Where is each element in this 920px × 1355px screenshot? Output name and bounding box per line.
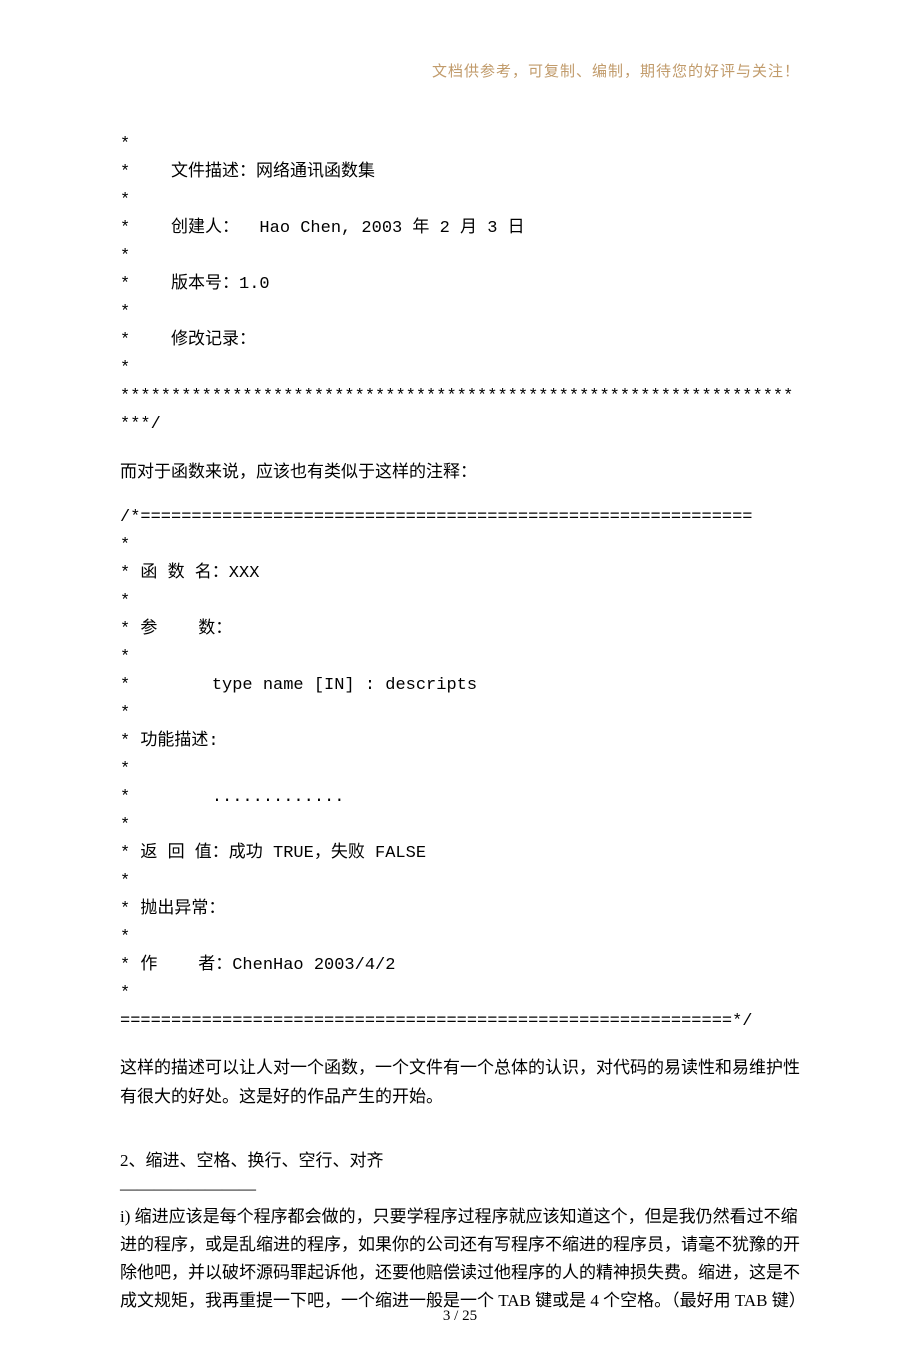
func-header-line: * 作 者：ChenHao 2003/4/2 bbox=[120, 952, 800, 980]
section2-title: 2、缩进、空格、换行、空行、对齐 bbox=[120, 1147, 800, 1175]
func-header-line: * bbox=[120, 588, 800, 616]
func-header-line: * 参 数： bbox=[120, 616, 800, 644]
file-header-line: * bbox=[120, 299, 800, 327]
func-header-line: * bbox=[120, 532, 800, 560]
func-header-line: * bbox=[120, 700, 800, 728]
file-header-line: * 创建人： Hao Chen, 2003 年 2 月 3 日 bbox=[120, 215, 800, 243]
func-header-line: * 抛出异常： bbox=[120, 896, 800, 924]
page-number: 3 / 25 bbox=[0, 1308, 920, 1325]
func-header-line: * 返 回 值：成功 TRUE，失败 FALSE bbox=[120, 840, 800, 868]
func-header-line: * bbox=[120, 756, 800, 784]
section2-divider: ———————— bbox=[120, 1175, 800, 1203]
func-intro-text: 而对于函数来说，应该也有类似于这样的注释： bbox=[120, 458, 800, 486]
page-container: 文档供参考，可复制、编制，期待您的好评与关注！ * * 文件描述：网络通讯函数集… bbox=[0, 0, 920, 1355]
header-note: 文档供参考，可复制、编制，期待您的好评与关注！ bbox=[120, 60, 800, 81]
file-header-line: * 文件描述：网络通讯函数集 bbox=[120, 159, 800, 187]
func-header-line: * bbox=[120, 868, 800, 896]
file-header-line: * bbox=[120, 131, 800, 159]
file-header-line: ****************************************… bbox=[120, 383, 800, 439]
file-header-line: * 版本号：1.0 bbox=[120, 271, 800, 299]
file-header-line: * bbox=[120, 243, 800, 271]
func-header-line: * bbox=[120, 980, 800, 1008]
func-header-line: * ............. bbox=[120, 784, 800, 812]
func-header-line: * 功能描述: bbox=[120, 728, 800, 756]
func-header-line: * bbox=[120, 644, 800, 672]
func-header-line: ========================================… bbox=[120, 1008, 800, 1036]
file-header-line: * 修改记录： bbox=[120, 327, 800, 355]
file-header-line: * bbox=[120, 187, 800, 215]
file-header-line: * bbox=[120, 355, 800, 383]
func-header-line: /*======================================… bbox=[120, 504, 800, 532]
func-header-line: * type name [IN] : descripts bbox=[120, 672, 800, 700]
func-header-line: * 函 数 名：XXX bbox=[120, 560, 800, 588]
func-header-line: * bbox=[120, 812, 800, 840]
func-header-line: * bbox=[120, 924, 800, 952]
content-body: * * 文件描述：网络通讯函数集 * * 创建人： Hao Chen, 2003… bbox=[120, 131, 800, 1315]
section2-body: i) 缩进应该是每个程序都会做的，只要学程序过程序就应该知道这个，但是我仍然看过… bbox=[120, 1203, 800, 1315]
description-paragraph: 这样的描述可以让人对一个函数，一个文件有一个总体的认识，对代码的易读性和易维护性… bbox=[120, 1054, 800, 1110]
